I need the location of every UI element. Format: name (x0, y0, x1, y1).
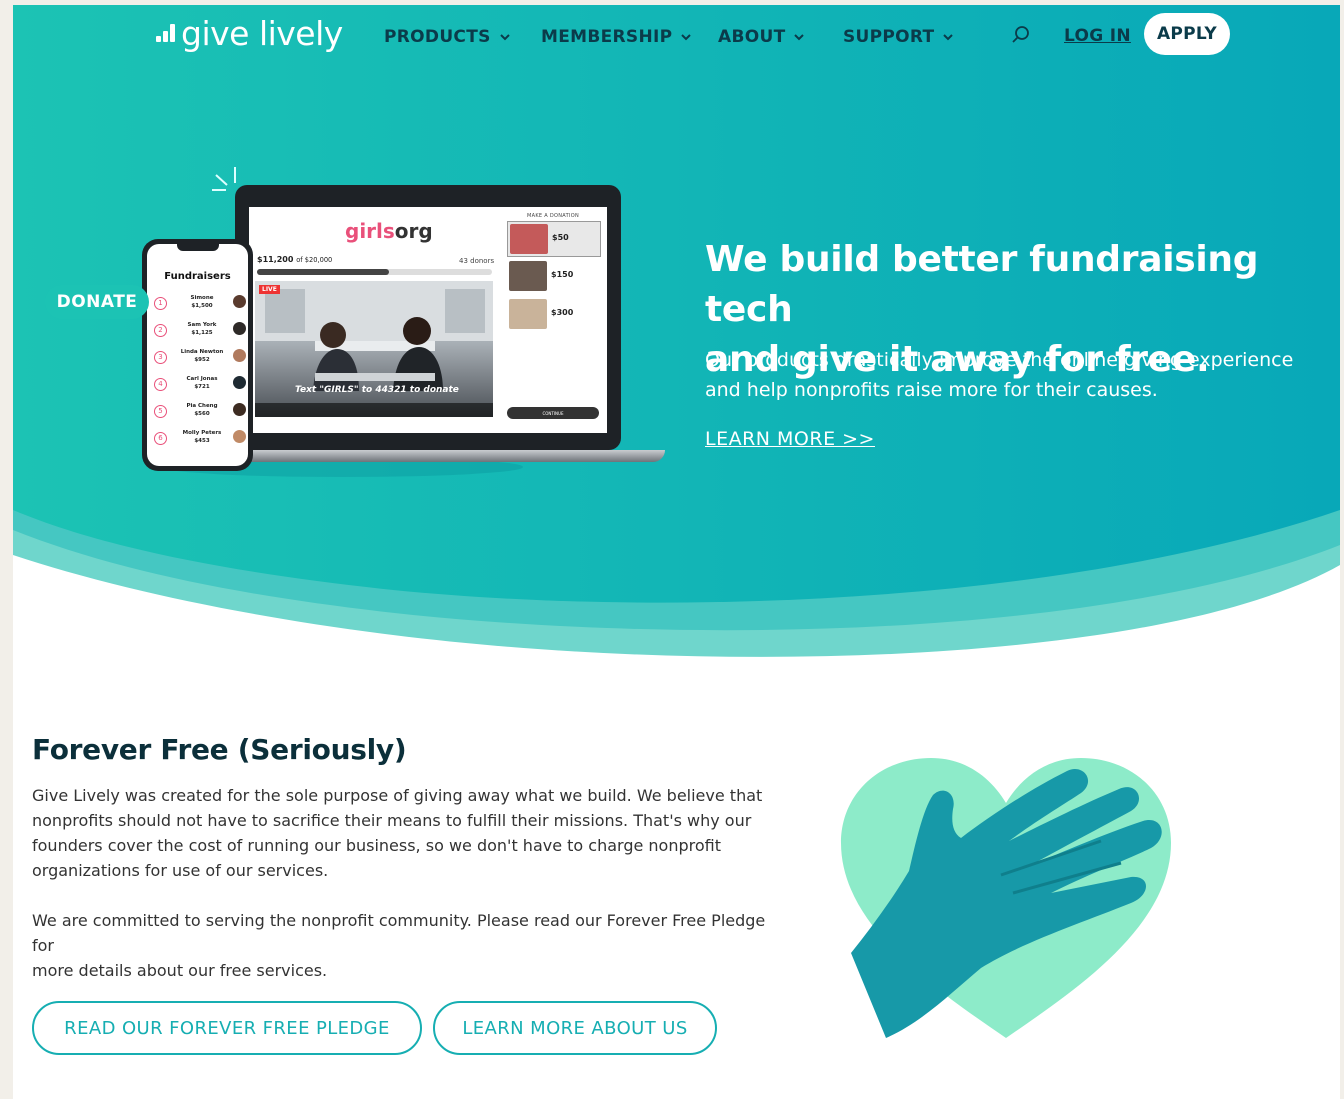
amount-value: $300 (551, 308, 574, 317)
amount-option[interactable]: $300 (507, 297, 599, 331)
video-scene (255, 281, 493, 391)
avatar (233, 349, 246, 362)
campaign-progress-bar (257, 269, 492, 275)
amount-thumbnail (510, 224, 548, 254)
fundraiser-row: 3 Linda Newton $952 (151, 346, 246, 370)
apply-button[interactable]: APPLY (1144, 13, 1230, 55)
video-controls[interactable] (255, 403, 493, 417)
amount-value: $50 (552, 233, 569, 242)
nav-membership-label: MEMBERSHIP (541, 27, 673, 47)
heart-hand-illustration (841, 758, 1171, 1038)
hero-section: give lively PRODUCTS MEMBERSHIP ABOUT SU… (13, 5, 1340, 665)
amount-thumbnail (509, 299, 547, 329)
phone-notch (177, 244, 219, 251)
forever-free-title: Forever Free (Seriously) (32, 733, 407, 766)
amount-option[interactable]: $50 (507, 221, 601, 257)
fundraiser-row: 6 Molly Peters $453 (151, 427, 246, 451)
chevron-down-icon (681, 34, 692, 41)
phone-screen: Fundraisers 1 Simone $1,500 2 Sam York $1,… (147, 244, 248, 466)
paragraph-line: more details about our free services. (32, 961, 328, 980)
live-badge: LIVE (259, 285, 280, 294)
avatar (233, 295, 246, 308)
nav-about[interactable]: ABOUT (718, 25, 805, 49)
hero-subtitle-line: Our products drastically improve the onl… (705, 349, 1294, 371)
hero-subtitle-line: and help nonprofits raise more for their… (705, 379, 1158, 401)
donor-count: 43 donors (459, 257, 495, 265)
amount-value: $150 (551, 270, 574, 279)
fundraisers-title: Fundraisers (164, 271, 231, 282)
logo[interactable]: give lively (156, 13, 343, 53)
nav-products[interactable]: PRODUCTS (384, 25, 511, 49)
org-logo: girlsorg (345, 219, 433, 243)
forever-free-paragraph-1: Give Lively was created for the sole pur… (32, 783, 792, 883)
paragraph-line: We are committed to serving the nonprofi… (32, 911, 766, 955)
fundraiser-row: 2 Sam York $1,125 (151, 319, 246, 343)
donation-panel-title: MAKE A DONATION (527, 213, 580, 219)
chevron-down-icon (943, 34, 954, 41)
amount-option[interactable]: $150 (507, 259, 599, 293)
donate-badge: DONATE (45, 285, 149, 319)
chevron-down-icon (794, 34, 805, 41)
avatar (233, 322, 246, 335)
page: give lively PRODUCTS MEMBERSHIP ABOUT SU… (13, 5, 1340, 1099)
nav-membership[interactable]: MEMBERSHIP (541, 25, 692, 49)
avatar (233, 403, 246, 416)
hero-subtitle: Our products drastically improve the onl… (705, 345, 1335, 405)
read-pledge-button[interactable]: READ OUR FOREVER FREE PLEDGE (32, 1001, 422, 1055)
learn-more-link[interactable]: LEARN MORE >> (705, 428, 875, 450)
chevron-down-icon (499, 34, 510, 41)
logo-bars-icon (156, 24, 175, 42)
top-nav: give lively PRODUCTS MEMBERSHIP ABOUT SU… (13, 5, 1340, 65)
nav-support[interactable]: SUPPORT (843, 25, 954, 49)
paragraph-line: organizations for use of our services. (32, 861, 329, 880)
nav-support-label: SUPPORT (843, 27, 935, 47)
raised-amount: $11,200 of $20,000 (257, 255, 333, 264)
fundraiser-row: 5 Pia Cheng $560 (151, 400, 246, 424)
paragraph-line: founders cover the cost of running our b… (32, 836, 722, 855)
laptop-base (225, 450, 665, 462)
video-player[interactable]: LIVE Text "GIRLS" to 44321 to donate (255, 281, 493, 417)
phone-mockup: Fundraisers 1 Simone $1,500 2 Sam York $1,… (142, 239, 253, 471)
nav-about-label: ABOUT (718, 27, 786, 47)
avatar (233, 430, 246, 443)
continue-button[interactable]: CONTINUE (507, 407, 599, 419)
fundraiser-row: 1 Simone $1,500 (151, 292, 246, 316)
paragraph-line: nonprofits should not have to sacrifice … (32, 811, 752, 830)
logo-text: give lively (181, 13, 343, 53)
nav-products-label: PRODUCTS (384, 27, 491, 47)
avatar (233, 376, 246, 389)
hero-title-line: We build better fundraising tech (705, 239, 1259, 330)
search-icon[interactable] (1010, 24, 1032, 46)
video-caption: Text "GIRLS" to 44321 to donate (295, 385, 459, 395)
donation-panel: MAKE A DONATION $50 $150 $300 CONTINUE (505, 207, 605, 433)
amount-thumbnail (509, 261, 547, 291)
forever-free-paragraph-2: We are committed to serving the nonprofi… (32, 908, 792, 983)
laptop-mockup: girlsorg $11,200 of $20,000 43 donors LI… (235, 185, 621, 450)
fundraiser-row: 4 Carl Jonas $721 (151, 373, 246, 397)
paragraph-line: Give Lively was created for the sole pur… (32, 786, 763, 805)
campaign-progress-fill (257, 269, 389, 275)
login-link[interactable]: LOG IN (1064, 26, 1131, 46)
laptop-screen: girlsorg $11,200 of $20,000 43 donors LI… (249, 207, 607, 433)
learn-more-about-us-button[interactable]: LEARN MORE ABOUT US (433, 1001, 717, 1055)
